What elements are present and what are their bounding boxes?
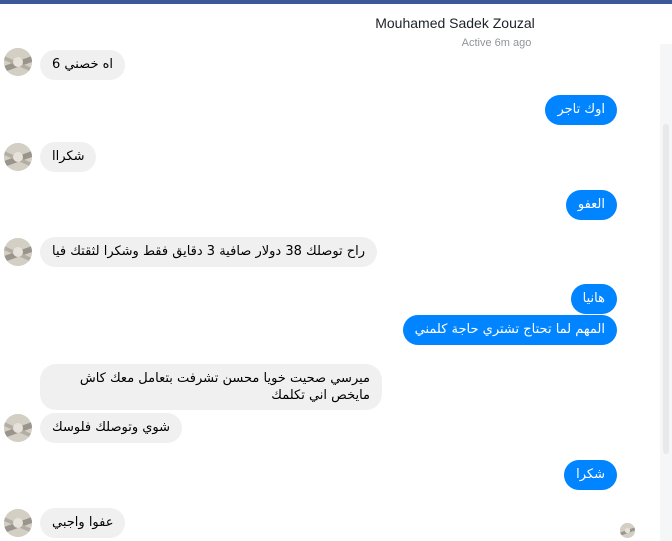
message-bubble-incoming: عفوا واجبي <box>40 508 126 538</box>
message-bubble-incoming: شوي وتوصلك فلوسك <box>40 413 183 443</box>
contact-avatar[interactable] <box>4 509 32 537</box>
message-bubble-incoming: اه خصني 6 <box>40 50 126 80</box>
message-bubble-incoming: راح توصلك 38 دولار صافية 3 دقايق فقط وشك… <box>40 237 378 267</box>
message-bubble-incoming: شكراا <box>40 142 97 172</box>
contact-avatar[interactable] <box>4 143 32 171</box>
scrollbar[interactable] <box>660 44 672 541</box>
seen-receipt-avatar <box>620 523 635 538</box>
message-bubble-outgoing: هانيا <box>570 284 617 314</box>
contact-avatar[interactable] <box>4 238 32 266</box>
contact-avatar[interactable] <box>4 414 32 442</box>
contact-name[interactable]: Mouhamed Sadek Zouzal <box>330 15 580 31</box>
message-bubble-outgoing: المهم لما تحتاج تشتري حاجة كلمني <box>402 315 617 345</box>
message-bubble-outgoing: العفو <box>565 190 617 220</box>
contact-avatar[interactable] <box>4 48 32 76</box>
scrollbar-thumb[interactable] <box>663 124 669 454</box>
message-bubble-outgoing: اوك تاجر <box>545 95 617 125</box>
message-bubble-incoming: ميرسي صحيت خويا محسن تشرفت بتعامل معك كا… <box>40 364 382 410</box>
message-bubble-outgoing: شكرا <box>564 460 617 490</box>
message-list[interactable]: اه خصني 6 اوك تاجر شكراا العفو راح توصلك… <box>0 44 660 541</box>
